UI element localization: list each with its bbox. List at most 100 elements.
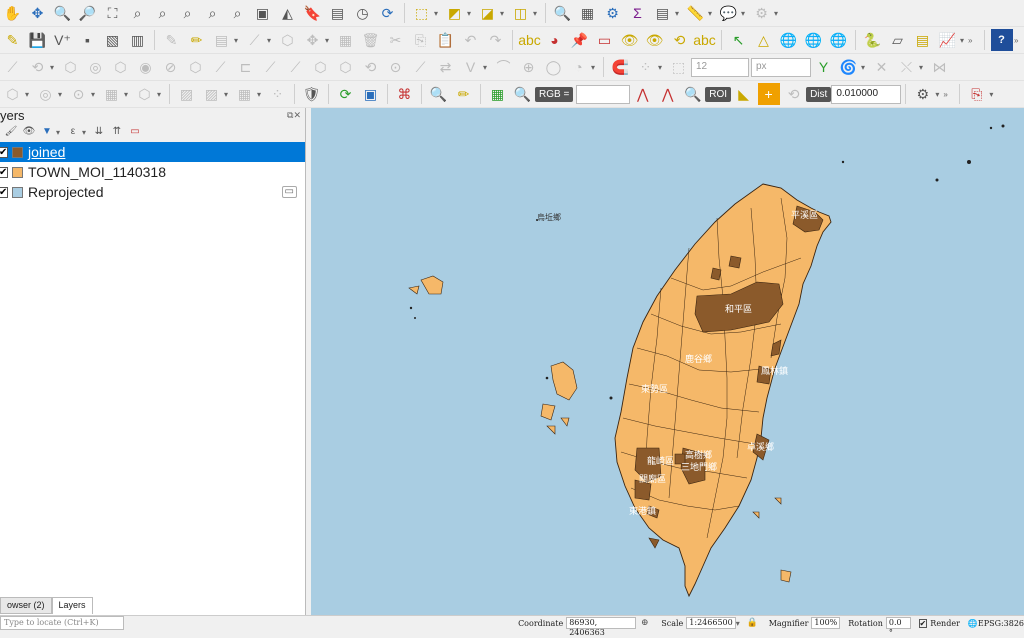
highlight-label-icon[interactable]: ▭: [594, 29, 616, 51]
expand-all-icon[interactable]: ⇊: [92, 125, 106, 139]
help-icon[interactable]: ?: [990, 29, 1013, 51]
remove-layer-icon[interactable]: ▭: [128, 125, 142, 139]
add-ring-icon[interactable]: ◎: [85, 56, 107, 78]
new-map-view-icon[interactable]: ▣: [252, 2, 274, 24]
filter-legend-icon[interactable]: ▼: [40, 125, 54, 139]
label-diagram-icon[interactable]: ◕: [544, 29, 566, 51]
buffer-icon[interactable]: ◎: [35, 83, 57, 105]
delete-part-icon[interactable]: ⬡: [185, 56, 207, 78]
globe-icon[interactable]: 🌐: [778, 29, 800, 51]
crs-label[interactable]: EPSG:3826: [978, 619, 1024, 628]
layout-icon[interactable]: ▣: [360, 83, 382, 105]
magnifier-field[interactable]: 100%: [811, 617, 841, 629]
curve-icon[interactable]: ⌒: [493, 56, 515, 78]
zoom-selection-icon[interactable]: ⌕: [127, 2, 149, 24]
coordinate-field[interactable]: 86930, 2406363: [566, 617, 637, 637]
raster-zoom-icon[interactable]: 🔍: [512, 83, 534, 105]
scale-field[interactable]: 1:2466500: [686, 617, 736, 629]
circle-icon[interactable]: ◔: [568, 56, 590, 78]
node-icon[interactable]: ⊕: [518, 56, 540, 78]
paste-icon[interactable]: 📋: [435, 29, 457, 51]
reverse-tool-icon[interactable]: ⋈: [929, 56, 951, 78]
change-label-icon[interactable]: abc: [693, 29, 716, 51]
clip-icon[interactable]: ⬡: [134, 83, 156, 105]
pan-icon[interactable]: ✋: [2, 2, 24, 24]
split-icon[interactable]: ⟋: [260, 56, 282, 78]
split-parts-icon[interactable]: ⟋: [285, 56, 307, 78]
raster-indicator-icon[interactable]: ▭: [281, 186, 297, 198]
settings-gear-icon[interactable]: ⚙: [912, 83, 934, 105]
pan-to-selection-icon[interactable]: ✥: [27, 2, 49, 24]
map-svg[interactable]: 烏坵鄉 平溪區 和平區 鹿谷鄉 鳳林鎮 東勢區 卓溪鄉 龍崎區 高樹鄉 三地門鄉…: [311, 108, 1024, 615]
layer-visibility-checkbox[interactable]: ✔: [0, 166, 8, 178]
capture-point-icon[interactable]: ▪: [77, 29, 99, 51]
eraser-icon[interactable]: ▱: [887, 29, 909, 51]
add-group-icon[interactable]: 👁: [22, 125, 36, 139]
band-a-icon[interactable]: ⋀: [632, 83, 654, 105]
redo-icon[interactable]: ↷: [485, 29, 507, 51]
open-styling-icon[interactable]: 🖌: [4, 125, 18, 139]
table-icon[interactable]: ▤: [652, 2, 674, 24]
layer-item-town[interactable]: ✔ TOWN_MOI_1140318: [0, 162, 305, 182]
lock-scale-icon[interactable]: 🔒: [745, 616, 759, 630]
merge-icon[interactable]: ⬡: [310, 56, 332, 78]
attribute-table-icon[interactable]: ▦: [577, 2, 599, 24]
georeferencer-icon[interactable]: ↖: [728, 29, 750, 51]
rotation-field[interactable]: 0.0 °: [885, 617, 911, 637]
vertex-add-icon[interactable]: V: [460, 56, 482, 78]
show-bookmarks-icon[interactable]: ▤: [327, 2, 349, 24]
vertex-editor-icon[interactable]: ✎: [161, 29, 183, 51]
filter-expression-icon[interactable]: ε: [66, 125, 80, 139]
raster-align-icon[interactable]: ▨: [201, 83, 223, 105]
graph-icon[interactable]: 📈: [937, 29, 959, 51]
label-tool-icon[interactable]: abc: [518, 29, 541, 51]
cut-icon[interactable]: ✂: [385, 29, 407, 51]
select-location-icon[interactable]: ◫: [510, 2, 532, 24]
triangle-icon[interactable]: △: [753, 29, 775, 51]
tab-browser[interactable]: owser (2): [0, 597, 52, 614]
add-line-icon[interactable]: ⟋: [244, 29, 266, 51]
network-icon[interactable]: ⌘: [394, 83, 416, 105]
offset-icon[interactable]: ⊏: [235, 56, 257, 78]
trim-icon[interactable]: ⟋: [410, 56, 432, 78]
topology-icon[interactable]: Y: [813, 56, 835, 78]
delete-icon[interactable]: 🗑: [360, 29, 382, 51]
export-icon[interactable]: ⎘: [966, 83, 988, 105]
locator-search-input[interactable]: Type to locate (Ctrl+K): [0, 616, 125, 630]
new-3d-view-icon[interactable]: ◭: [277, 2, 299, 24]
temporal-icon[interactable]: ◷: [352, 2, 374, 24]
zoom-next-icon[interactable]: ⌕: [227, 2, 249, 24]
zoom-last-icon[interactable]: ⌕: [202, 2, 224, 24]
copy-icon[interactable]: ⎘: [410, 29, 432, 51]
raster-pick-icon[interactable]: ▦: [487, 83, 509, 105]
roi-tool-icon[interactable]: ◣: [733, 83, 755, 105]
share-icon[interactable]: ⟳: [335, 83, 357, 105]
identify-icon[interactable]: 🔍: [552, 2, 574, 24]
select-features-icon[interactable]: ⬚: [411, 2, 433, 24]
python-icon[interactable]: 🐍: [862, 29, 884, 51]
world-add-icon[interactable]: 🌐: [803, 29, 825, 51]
tab-layers[interactable]: Layers: [51, 597, 93, 614]
ellipse-icon[interactable]: ◯: [543, 56, 565, 78]
deselect-icon[interactable]: ◪: [477, 2, 499, 24]
reverse-line-icon[interactable]: ⇄: [435, 56, 457, 78]
zoom-full-icon[interactable]: ⛶: [102, 2, 124, 24]
select-by-value-icon[interactable]: ◩: [444, 2, 466, 24]
show-label-icon[interactable]: 👁: [619, 29, 641, 51]
digitize-icon[interactable]: ✎: [2, 29, 24, 51]
render-checkbox[interactable]: ✔: [918, 618, 928, 628]
reload-icon[interactable]: ⟲: [783, 83, 805, 105]
modify-attributes-icon[interactable]: ▦: [335, 29, 357, 51]
reshape-icon[interactable]: ⟋: [210, 56, 232, 78]
zoom-layer-icon[interactable]: ⌕: [152, 2, 174, 24]
dist-input[interactable]: 0.010000: [831, 84, 902, 104]
edit-raster-icon[interactable]: ✏: [453, 83, 475, 105]
zoom-native-icon[interactable]: ⌕: [177, 2, 199, 24]
split-tool-icon[interactable]: ⤬: [896, 56, 918, 78]
layer-item-reprojected[interactable]: ✔ Reprojected ▭: [0, 182, 305, 202]
shield-icon[interactable]: 🛡: [301, 83, 323, 105]
zoom-green-icon[interactable]: 🔍: [428, 83, 450, 105]
fill-ring-icon[interactable]: ◉: [135, 56, 157, 78]
capture-polygon-icon[interactable]: ▥: [127, 29, 149, 51]
capture-line-icon[interactable]: ▧: [102, 29, 124, 51]
